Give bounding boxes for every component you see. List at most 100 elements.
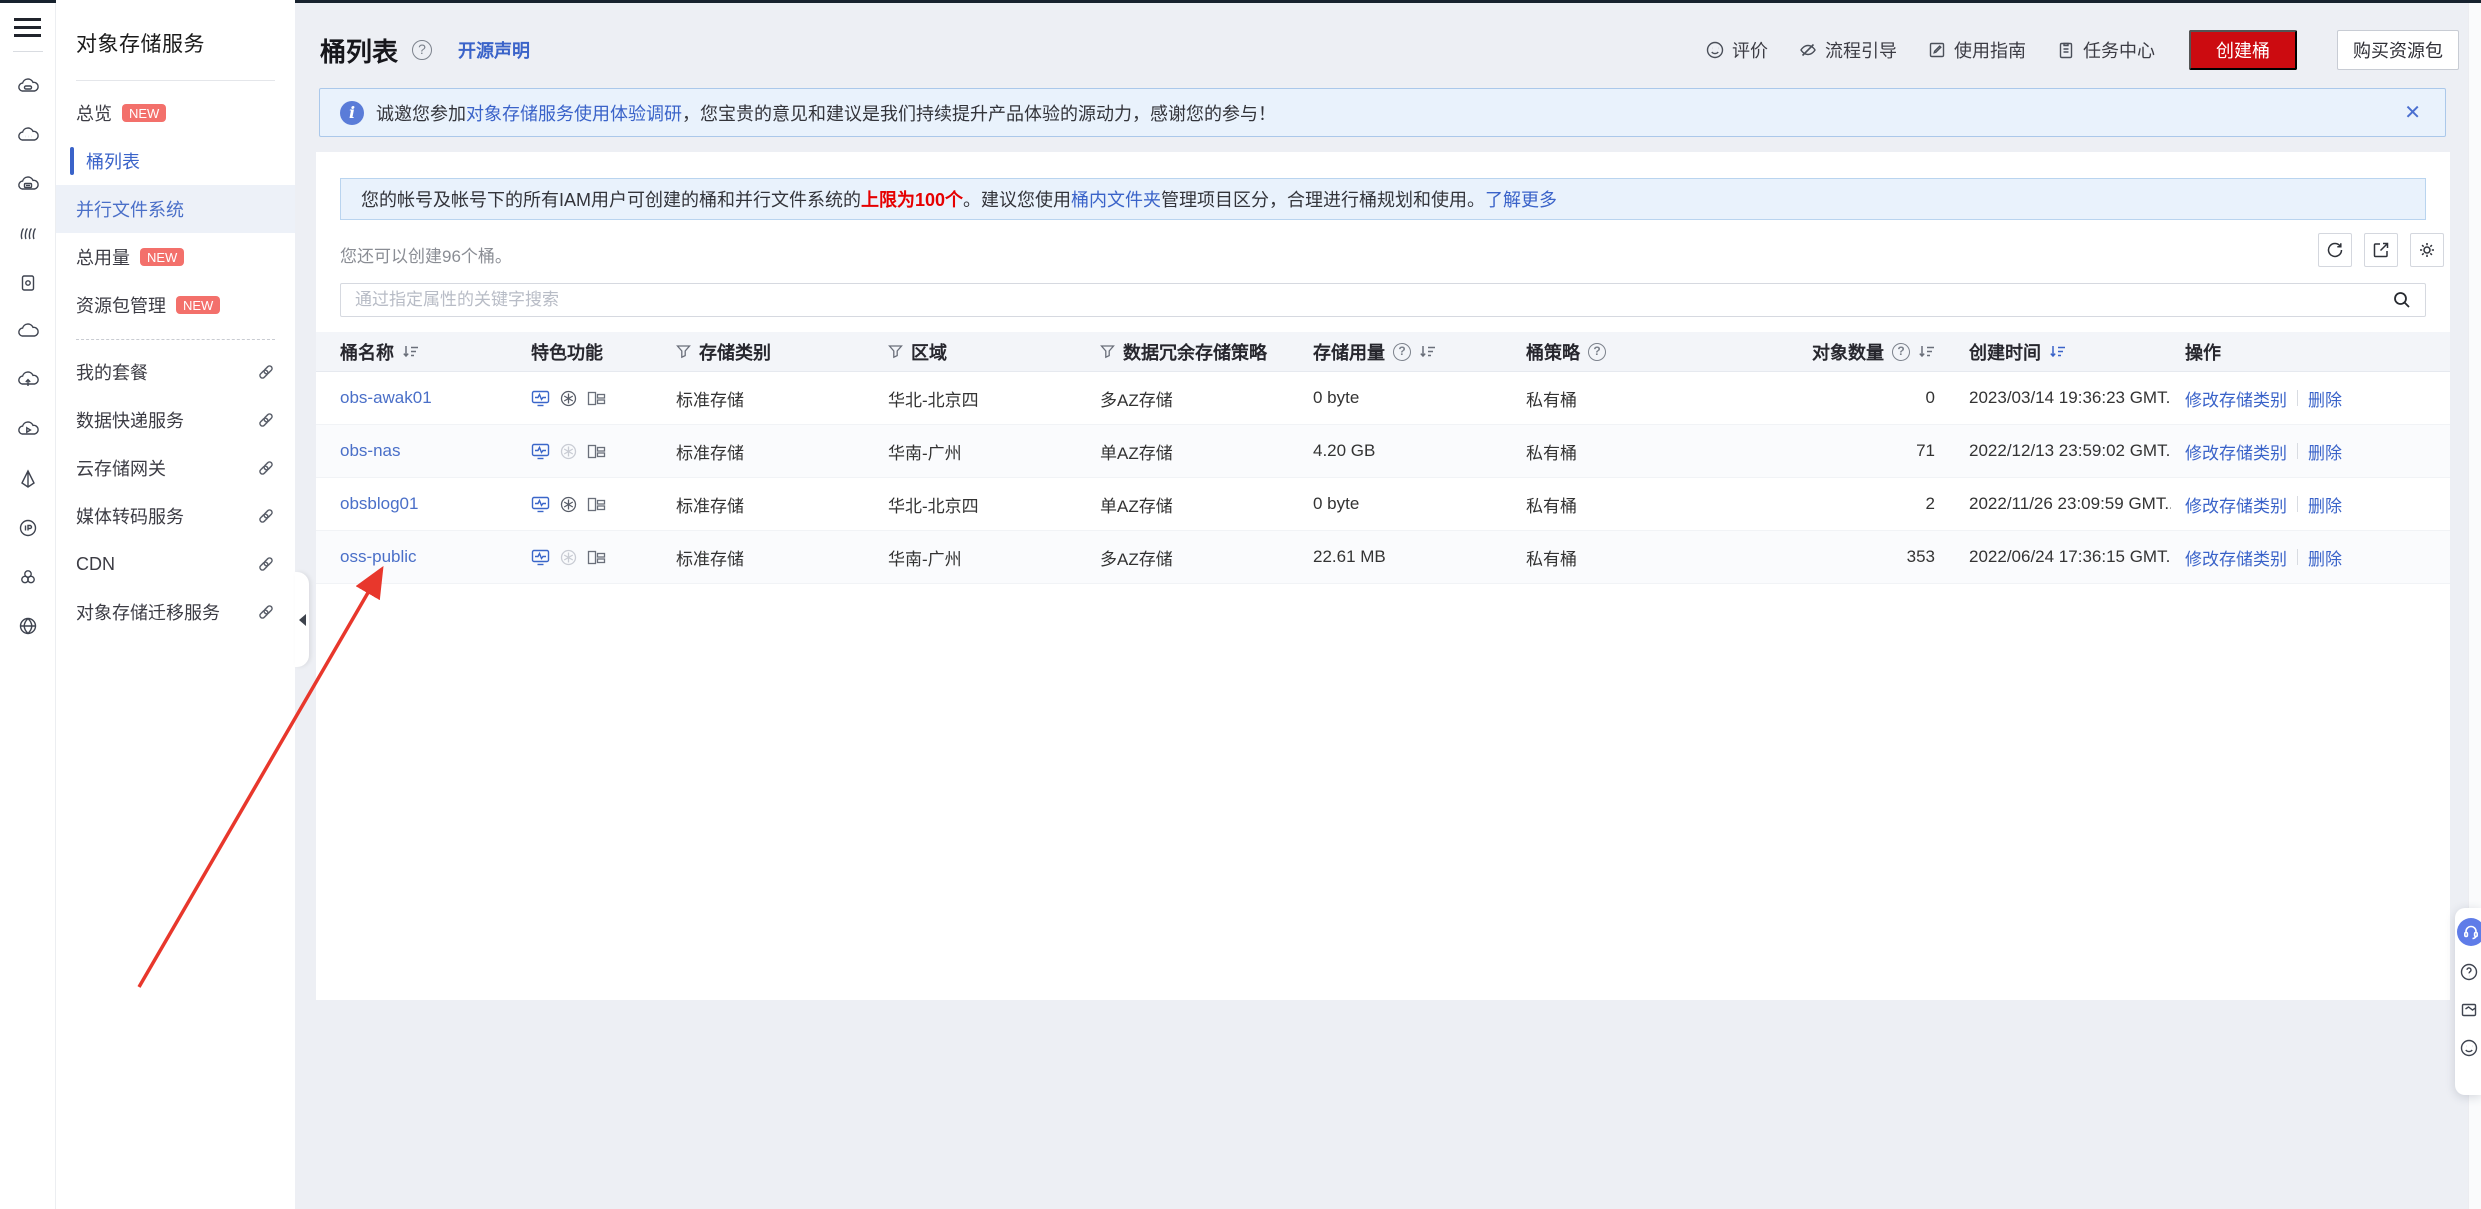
sidebar-item-resource-packages[interactable]: 资源包管理 NEW	[56, 281, 295, 329]
external-link-icon	[257, 603, 275, 621]
delete-link[interactable]: 删除	[2308, 545, 2342, 570]
delete-link[interactable]: 删除	[2308, 492, 2342, 517]
created-time-cell: 2022/12/13 23:59:02 GMT...	[1969, 441, 2171, 460]
tablet-icon[interactable]	[0, 258, 56, 307]
sidebar-item-my-packages[interactable]: 我的套餐	[56, 348, 295, 396]
quota-notice: 您的帐号及帐号下的所有IAM用户可创建的桶和并行文件系统的 上限为100个 。建议您…	[340, 178, 2426, 220]
sidebar-item-oms[interactable]: 对象存储迁移服务	[56, 588, 295, 636]
usage-help-icon[interactable]: ?	[1393, 342, 1411, 361]
modify-storage-class-link[interactable]: 修改存储类别	[2185, 545, 2287, 570]
clipboard-icon	[2056, 40, 2076, 60]
opensource-link[interactable]: 开源声明	[458, 37, 530, 63]
az-icon[interactable]	[559, 389, 578, 408]
modify-storage-class-link[interactable]: 修改存储类别	[2185, 439, 2287, 464]
search-icon[interactable]	[2391, 289, 2413, 311]
cloud-dots-icon[interactable]	[0, 111, 56, 160]
row-actions: 修改存储类别 删除	[2171, 545, 2450, 570]
limit-highlight: 上限为100个	[861, 190, 964, 210]
usage-cell: 0 byte	[1313, 388, 1360, 407]
people-waves-icon[interactable]	[0, 209, 56, 258]
cloud-box-icon[interactable]	[0, 62, 56, 111]
filter-icon[interactable]	[676, 344, 691, 359]
usage-cell: 4.20 GB	[1313, 441, 1376, 460]
hamburger-menu-icon[interactable]	[14, 18, 55, 37]
bucket-name-link[interactable]: obs-awak01	[340, 388, 432, 407]
new-badge: NEW	[140, 248, 185, 266]
learn-more-link[interactable]: 了解更多	[1485, 186, 1557, 212]
modify-storage-class-link[interactable]: 修改存储类别	[2185, 492, 2287, 517]
user-guide-action[interactable]: 使用指南	[1927, 37, 2026, 63]
filter-icon[interactable]	[888, 344, 903, 359]
az-icon[interactable]	[559, 442, 578, 461]
monitor-icon[interactable]	[531, 442, 550, 461]
bucket-name-link[interactable]: obsblog01	[340, 494, 418, 513]
sidebar-item-overview[interactable]: 总览 NEW	[56, 89, 295, 137]
bucket-name-link[interactable]: oss-public	[340, 547, 417, 566]
delete-link[interactable]: 删除	[2308, 386, 2342, 411]
sort-icon[interactable]	[1918, 344, 1935, 359]
cloud-play-icon[interactable]	[0, 405, 56, 454]
filter-icon[interactable]	[1100, 344, 1115, 359]
layout-icon[interactable]	[587, 442, 606, 461]
window-top-edge	[0, 0, 56, 3]
search-input[interactable]	[341, 290, 2391, 310]
az-icon[interactable]	[559, 548, 578, 567]
ip-circle-icon[interactable]	[0, 503, 56, 552]
folder-link[interactable]: 桶内文件夹	[1071, 186, 1161, 212]
region-cell: 华北-北京四	[888, 390, 979, 410]
globe-icon[interactable]	[0, 601, 56, 650]
layout-icon[interactable]	[587, 495, 606, 514]
task-center-action[interactable]: 任务中心	[2056, 37, 2155, 63]
buy-resource-package-button[interactable]: 购买资源包	[2337, 30, 2459, 70]
settings-gear-icon[interactable]	[2410, 233, 2444, 267]
external-link-icon	[257, 363, 275, 381]
cloud-icon[interactable]	[0, 307, 56, 356]
sidebar-item-media-transcoding[interactable]: 媒体转码服务	[56, 492, 295, 540]
sidebar-item-total-usage[interactable]: 总用量 NEW	[56, 233, 295, 281]
create-bucket-button[interactable]: 创建桶	[2189, 30, 2297, 70]
cluster-circles-icon[interactable]	[0, 552, 56, 601]
sidebar-item-data-express[interactable]: 数据快递服务	[56, 396, 295, 444]
layout-icon[interactable]	[587, 389, 606, 408]
prism-icon[interactable]	[0, 454, 56, 503]
refresh-button[interactable]	[2318, 233, 2352, 267]
policy-help-icon[interactable]: ?	[1588, 342, 1606, 361]
process-guide-action[interactable]: 流程引导	[1798, 37, 1897, 63]
feature-icons	[531, 495, 676, 514]
modify-storage-class-link[interactable]: 修改存储类别	[2185, 386, 2287, 411]
table-row: obs-nas 标准存储 华南-广州 单AZ存储 4.20 GB 私有桶 71 …	[316, 425, 2450, 478]
monitor-icon[interactable]	[531, 389, 550, 408]
main-content: 桶列表 ? 开源声明 评价 流程引导 使用指南 任务中心 创建桶 购买资源包 i…	[295, 0, 2481, 1209]
sort-icon[interactable]	[1419, 344, 1436, 359]
bucket-name-link[interactable]: obs-nas	[340, 441, 400, 460]
sort-icon-active[interactable]	[2049, 344, 2066, 359]
export-button[interactable]	[2364, 233, 2398, 267]
help-question-icon[interactable]	[2457, 960, 2481, 984]
storage-class-cell: 标准存储	[676, 496, 744, 516]
smiley-face-icon[interactable]	[2457, 1036, 2481, 1060]
layout-icon[interactable]	[587, 548, 606, 567]
title-help-icon[interactable]: ?	[412, 40, 433, 60]
sidebar-item-storage-gateway[interactable]: 云存储网关	[56, 444, 295, 492]
sort-icon[interactable]	[402, 344, 419, 359]
banner-close-icon[interactable]: ✕	[2400, 96, 2425, 129]
support-headset-icon[interactable]	[2457, 918, 2481, 946]
new-badge: NEW	[176, 296, 221, 314]
feature-icons	[531, 442, 676, 461]
header-actions: 评价 流程引导 使用指南 任务中心 创建桶 购买资源包	[1705, 30, 2459, 70]
sidebar-item-cdn[interactable]: CDN	[56, 540, 295, 588]
objects-help-icon[interactable]: ?	[1892, 342, 1910, 361]
feedback-action[interactable]: 评价	[1705, 37, 1768, 63]
monitor-icon[interactable]	[531, 495, 550, 514]
feedback-doc-icon[interactable]	[2457, 998, 2481, 1022]
sidebar-item-parallel-fs[interactable]: 并行文件系统	[56, 185, 295, 233]
cloud-card-icon[interactable]	[0, 160, 56, 209]
region-cell: 华北-北京四	[888, 496, 979, 516]
sidebar-collapse-handle[interactable]	[295, 572, 309, 667]
az-icon[interactable]	[559, 495, 578, 514]
sidebar-item-bucket-list[interactable]: 桶列表	[56, 137, 295, 185]
delete-link[interactable]: 删除	[2308, 439, 2342, 464]
cloud-upload-icon[interactable]	[0, 356, 56, 405]
monitor-icon[interactable]	[531, 548, 550, 567]
survey-link[interactable]: 对象存储服务使用体验调研	[466, 104, 682, 124]
